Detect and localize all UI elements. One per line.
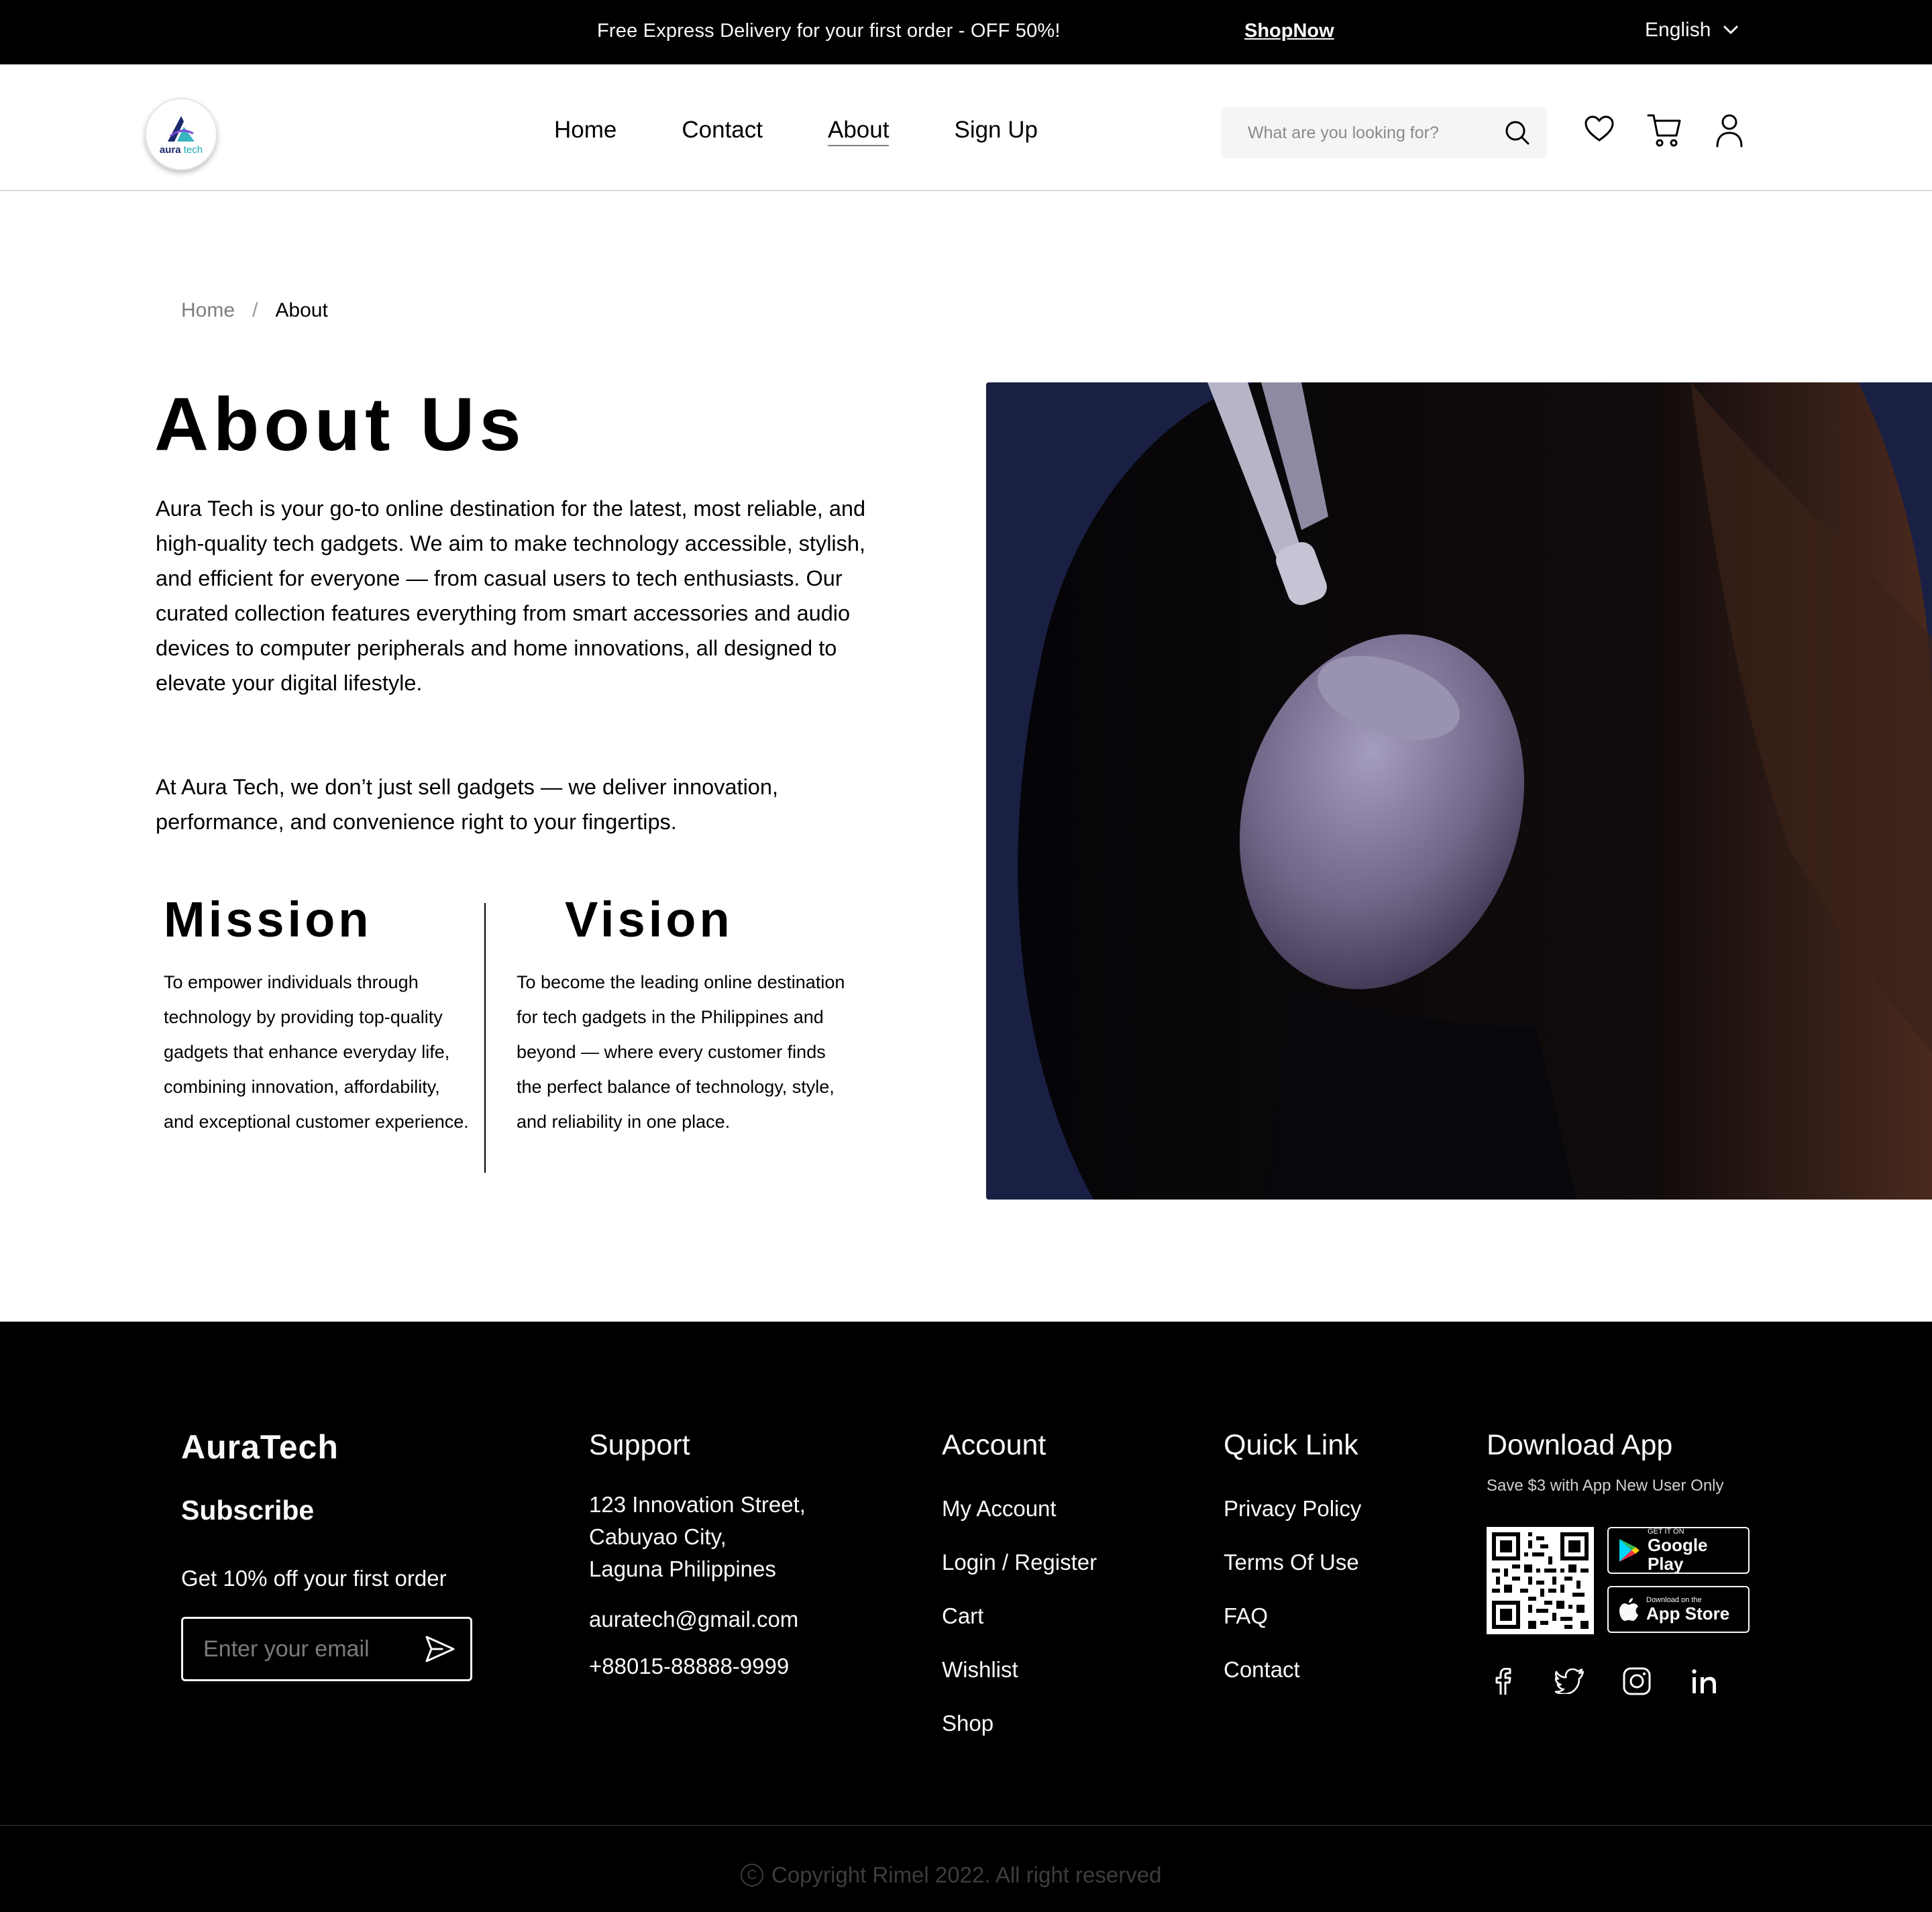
search-bar (1221, 107, 1547, 158)
footer-link-login-register[interactable]: Login / Register (942, 1536, 1097, 1589)
shop-now-link[interactable]: ShopNow (1244, 20, 1334, 42)
search-icon[interactable] (1504, 119, 1531, 146)
footer-account-column: Account My Account Login / Register Cart… (942, 1429, 1097, 1750)
footer-quick-link-column: Quick Link Privacy Policy Terms Of Use F… (1224, 1429, 1361, 1697)
logo[interactable]: aura tech (145, 98, 217, 170)
vision-text: To become the leading online destination… (517, 972, 845, 1132)
account-heading: Account (942, 1429, 1046, 1461)
about-paragraph-2: At Aura Tech, we don’t just sell gadgets… (156, 775, 778, 834)
footer-link-terms-of-use[interactable]: Terms Of Use (1224, 1536, 1361, 1589)
copyright-icon: C (741, 1864, 763, 1887)
mission-vision-divider (484, 903, 486, 1173)
user-account-icon[interactable] (1713, 113, 1746, 148)
site-footer: AuraTech Subscribe Get 10% off your firs… (0, 1322, 1932, 1912)
support-email[interactable]: auratech@gmail.com (589, 1607, 806, 1632)
about-paragraph-1: Aura Tech is your go-to online destinati… (156, 496, 866, 695)
nav-about[interactable]: About (828, 117, 890, 146)
footer-link-contact[interactable]: Contact (1224, 1643, 1361, 1697)
cart-icon[interactable] (1646, 113, 1682, 148)
quick-link-heading: Quick Link (1224, 1429, 1358, 1461)
send-icon[interactable] (425, 1635, 455, 1663)
wishlist-heart-icon[interactable] (1583, 113, 1615, 145)
search-input[interactable] (1248, 123, 1503, 143)
hero-headphones-image (986, 382, 1932, 1200)
google-play-label: Google Play (1647, 1535, 1708, 1574)
linkedin-icon[interactable] (1688, 1665, 1720, 1697)
subscribe-offer: Get 10% off your first order (181, 1566, 447, 1591)
facebook-icon[interactable] (1487, 1665, 1519, 1697)
social-links (1487, 1665, 1720, 1697)
mission-heading: Mission (164, 892, 372, 947)
footer-link-wishlist[interactable]: Wishlist (942, 1643, 1097, 1697)
support-address: 123 Innovation Street, Cabuyao City, Lag… (589, 1489, 806, 1585)
footer-link-cart[interactable]: Cart (942, 1589, 1097, 1643)
footer-bottom-bar: C Copyright Rimel 2022. All right reserv… (0, 1825, 1932, 1912)
support-phone[interactable]: +88015-88888-9999 (589, 1654, 806, 1679)
support-heading: Support (589, 1429, 690, 1461)
download-heading: Download App (1487, 1429, 1673, 1461)
apple-icon (1619, 1598, 1638, 1621)
vision-heading: Vision (565, 892, 733, 947)
footer-link-my-account[interactable]: My Account (942, 1482, 1097, 1536)
footer-link-privacy-policy[interactable]: Privacy Policy (1224, 1482, 1361, 1536)
language-selector[interactable]: English (1645, 19, 1739, 42)
qr-code (1487, 1527, 1594, 1634)
app-store-button[interactable]: Download on the App Store (1607, 1586, 1750, 1633)
footer-support-column: Support 123 Innovation Street, Cabuyao C… (589, 1429, 806, 1679)
address-line: Laguna Philippines (589, 1556, 776, 1581)
breadcrumb: Home / About (181, 299, 328, 322)
subscribe-heading: Subscribe (181, 1495, 315, 1526)
google-play-button[interactable]: GET IT ON Google Play (1607, 1527, 1750, 1574)
top-banner: Free Express Delivery for your first ord… (0, 0, 1932, 64)
breadcrumb-separator: / (252, 299, 258, 321)
google-play-icon (1619, 1539, 1640, 1562)
address-line: Cabuyao City, (589, 1524, 727, 1549)
site-header: aura tech Home Contact About Sign Up (0, 64, 1932, 191)
footer-link-shop[interactable]: Shop (942, 1697, 1097, 1750)
breadcrumb-home[interactable]: Home (181, 299, 235, 322)
instagram-icon[interactable] (1621, 1665, 1653, 1697)
copyright: C Copyright Rimel 2022. All right reserv… (741, 1862, 1161, 1888)
app-store-label: App Store (1646, 1603, 1730, 1624)
copyright-text: Copyright Rimel 2022. All right reserved (771, 1862, 1162, 1887)
page-title: About Us (154, 382, 526, 466)
twitter-icon[interactable] (1554, 1665, 1586, 1697)
logo-text: aura tech (159, 144, 203, 156)
logo-mark-icon (168, 115, 195, 142)
breadcrumb-current: About (275, 299, 328, 321)
footer-link-faq[interactable]: FAQ (1224, 1589, 1361, 1643)
mission-text: To empower individuals through technolog… (164, 972, 469, 1132)
app-save-text: Save $3 with App New User Only (1487, 1477, 1724, 1495)
nav-contact[interactable]: Contact (682, 117, 763, 146)
nav-sign-up[interactable]: Sign Up (954, 117, 1038, 146)
nav-home[interactable]: Home (554, 117, 616, 146)
footer-brand: AuraTech (181, 1428, 339, 1466)
address-line: 123 Innovation Street, (589, 1492, 806, 1517)
main-nav: Home Contact About Sign Up (554, 117, 1103, 146)
language-label: English (1645, 19, 1711, 41)
chevron-down-icon (1723, 25, 1738, 34)
hero-illustration (986, 382, 1932, 1200)
email-field[interactable] (203, 1636, 405, 1662)
footer-download-column: Download App Save $3 with App New User O… (1487, 1429, 1750, 1695)
promo-text: Free Express Delivery for your first ord… (597, 20, 1061, 42)
subscribe-form (181, 1617, 472, 1681)
